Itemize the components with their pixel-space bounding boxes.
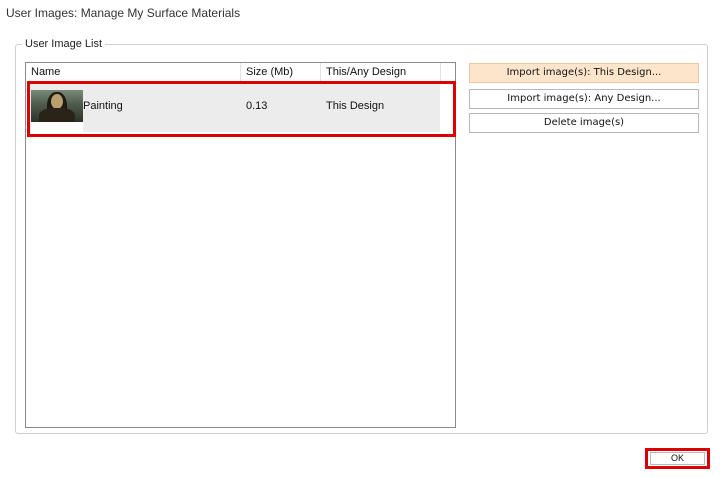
delete-images-button[interactable]: Delete image(s) [469, 113, 699, 133]
image-list[interactable]: Name Size (Mb) This/Any Design Painting … [25, 62, 456, 428]
column-header-name[interactable]: Name [26, 63, 241, 81]
row-name: Painting [83, 100, 123, 112]
ok-button[interactable]: OK [650, 452, 705, 465]
group-label: User Image List [22, 38, 106, 50]
column-header-design[interactable]: This/Any Design [321, 63, 441, 81]
dialog-title: User Images: Manage My Surface Materials [6, 6, 241, 20]
list-row-painting[interactable]: Painting 0.13 This Design [29, 84, 440, 132]
painting-thumbnail [31, 90, 83, 122]
row-design: This Design [326, 100, 385, 112]
list-header: Name Size (Mb) This/Any Design [26, 63, 455, 81]
import-this-design-button[interactable]: Import image(s): This Design... [469, 63, 699, 83]
import-any-design-button[interactable]: Import image(s): Any Design... [469, 89, 699, 109]
column-header-size[interactable]: Size (Mb) [241, 63, 321, 81]
thumbnail-caption-strip [31, 122, 83, 132]
row-size: 0.13 [246, 100, 268, 112]
